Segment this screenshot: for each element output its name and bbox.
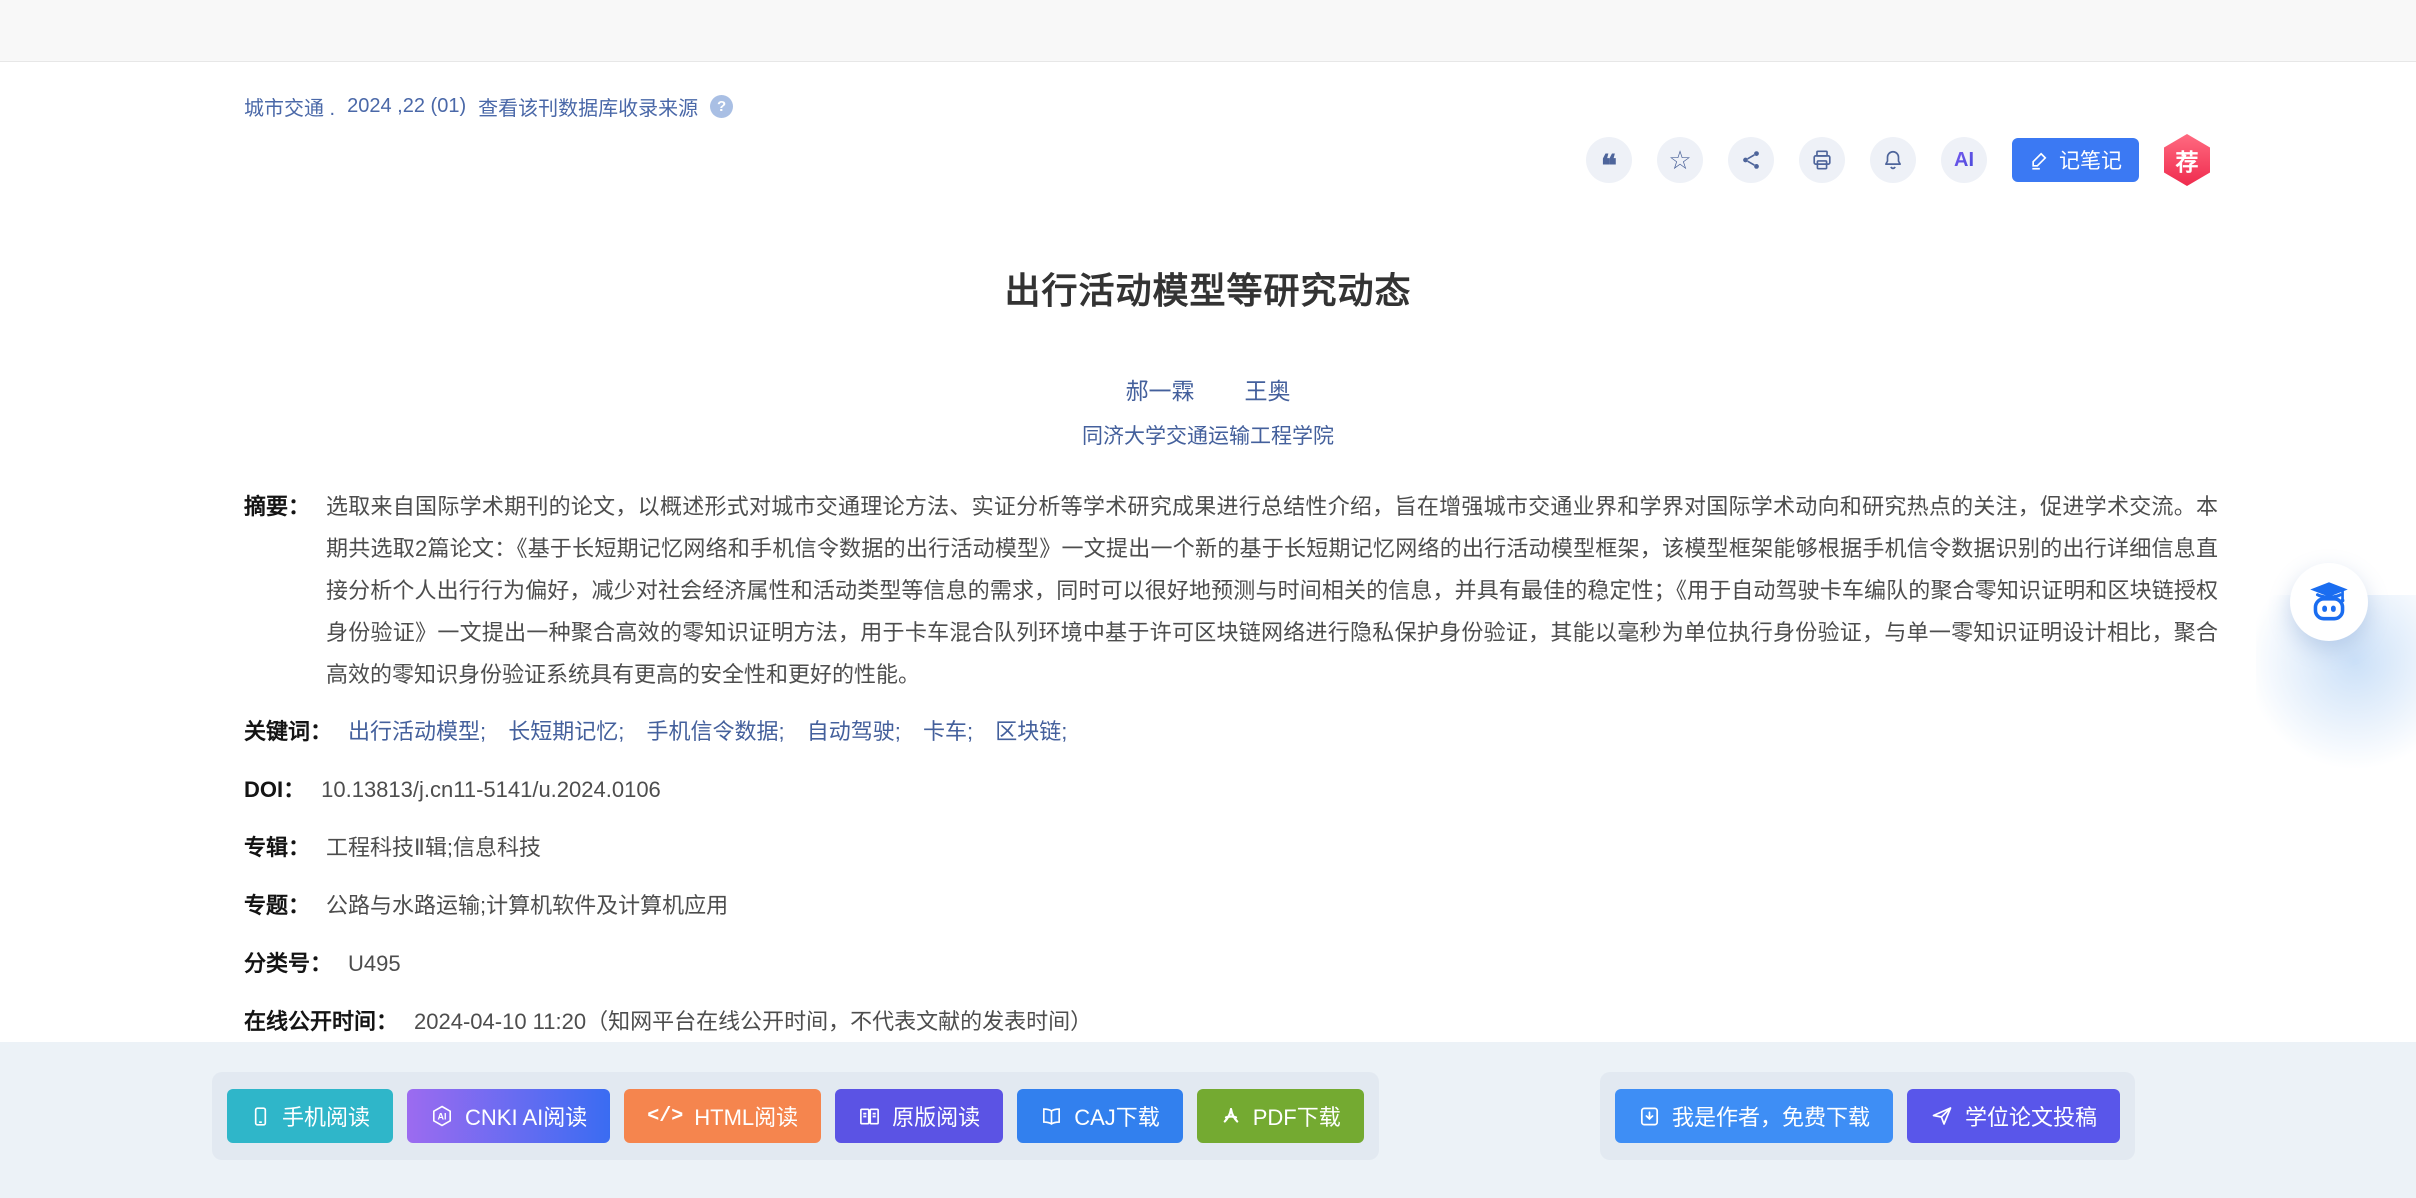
mobile-read-button[interactable]: 手机阅读 — [227, 1089, 393, 1143]
ai-hexagon-icon: AI — [430, 1104, 454, 1128]
classification-row: 分类号： U495 — [244, 948, 2218, 980]
alert-bell-icon[interactable] — [1870, 137, 1916, 183]
abstract-label: 摘要： — [244, 486, 310, 528]
help-icon[interactable]: ? — [710, 95, 733, 118]
abstract-text: 选取来自国际学术期刊的论文，以概述形式对城市交通理论方法、实证分析等学术研究成果… — [326, 486, 2218, 696]
original-read-button[interactable]: 原版阅读 — [835, 1089, 1003, 1143]
keyword-link[interactable]: 区块链; — [995, 719, 1067, 744]
doi-label: DOI： — [244, 774, 305, 806]
author-list: 郝一霖 王奥 — [0, 372, 2416, 406]
ai-assistant-icon[interactable]: AI — [1941, 137, 1987, 183]
classification-value: U495 — [348, 948, 2218, 980]
svg-text:AI: AI — [438, 1112, 447, 1122]
top-header-strip — [0, 0, 2416, 62]
article-meta: 摘要： 选取来自国际学术期刊的论文，以概述形式对城市交通理论方法、实证分析等学术… — [244, 486, 2218, 1064]
graduate-robot-icon — [2304, 577, 2354, 627]
keyword-link[interactable]: 自动驾驶; — [807, 719, 901, 744]
online-time-row: 在线公开时间： 2024-04-10 11:20（知网平台在线公开时间，不代表文… — [244, 1006, 2218, 1038]
keywords-row: 关键词： 出行活动模型; 长短期记忆; 手机信令数据; 自动驾驶; 卡车; 区块… — [244, 716, 2218, 748]
book-pages-icon — [858, 1105, 881, 1128]
author-link[interactable]: 王奥 — [1245, 372, 1291, 406]
journal-link[interactable]: 城市交通 . — [244, 92, 335, 121]
pdf-reader-icon — [1220, 1105, 1242, 1127]
album-value: 工程科技Ⅱ辑;信息科技 — [326, 832, 2218, 864]
online-time-value: 2024-04-10 11:20（知网平台在线公开时间，不代表文献的发表时间） — [414, 1006, 2218, 1038]
keyword-link[interactable]: 手机信令数据; — [647, 719, 785, 744]
thesis-submit-button[interactable]: 学位论文投稿 — [1907, 1089, 2120, 1143]
pdf-download-button[interactable]: PDF下载 — [1197, 1089, 1364, 1143]
affiliation-link[interactable]: 同济大学交通运输工程学院 — [0, 420, 2416, 450]
open-book-icon — [1040, 1105, 1063, 1128]
classification-label: 分类号： — [244, 948, 332, 980]
keyword-link[interactable]: 长短期记忆; — [508, 719, 624, 744]
author-actions-group: 我是作者，免费下载 学位论文投稿 — [1600, 1072, 2135, 1160]
author-free-download-button[interactable]: 我是作者，免费下载 — [1615, 1089, 1893, 1143]
take-note-button[interactable]: 记笔记 — [2012, 138, 2139, 182]
breadcrumb: 城市交通 . 2024 ,22 (01) 查看该刊数据库收录来源 ? — [244, 92, 733, 121]
database-source-link[interactable]: 查看该刊数据库收录来源 — [478, 92, 698, 121]
online-time-label: 在线公开时间： — [244, 1006, 398, 1038]
action-bar: 手机阅读 AI CNKI AI阅读 </> HTML阅读 原版阅读 C — [0, 1042, 2416, 1198]
journal-issue: 2024 ,22 (01) — [347, 95, 466, 118]
topic-value: 公路与水路运输;计算机软件及计算机应用 — [326, 890, 2218, 922]
doi-row: DOI： 10.13813/j.cn11-5141/u.2024.0106 — [244, 774, 2218, 806]
phone-icon — [250, 1106, 271, 1127]
page-title: 出行活动模型等研究动态 — [0, 262, 2416, 314]
keywords-label: 关键词： — [244, 716, 332, 748]
cnki-ai-read-button[interactable]: AI CNKI AI阅读 — [407, 1089, 610, 1143]
print-icon[interactable] — [1799, 137, 1845, 183]
caj-download-button[interactable]: CAJ下载 — [1017, 1089, 1183, 1143]
code-icon: </> — [647, 1105, 683, 1128]
abstract-row: 摘要： 选取来自国际学术期刊的论文，以概述形式对城市交通理论方法、实证分析等学术… — [244, 486, 2218, 696]
article-toolbar: ❝ ☆ AI 记笔记 荐 — [1586, 134, 2210, 186]
favorite-star-icon[interactable]: ☆ — [1657, 137, 1703, 183]
album-row: 专辑： 工程科技Ⅱ辑;信息科技 — [244, 832, 2218, 864]
doi-value: 10.13813/j.cn11-5141/u.2024.0106 — [321, 774, 2218, 806]
ai-assistant-robot-button[interactable] — [2290, 563, 2368, 641]
keyword-link[interactable]: 卡车; — [923, 719, 973, 744]
author-link[interactable]: 郝一霖 — [1126, 372, 1195, 406]
topic-row: 专题： 公路与水路运输;计算机软件及计算机应用 — [244, 890, 2218, 922]
keyword-link[interactable]: 出行活动模型; — [348, 719, 486, 744]
read-download-group: 手机阅读 AI CNKI AI阅读 </> HTML阅读 原版阅读 C — [212, 1072, 1379, 1160]
download-box-icon — [1638, 1105, 1661, 1128]
submit-plane-icon — [1930, 1104, 1954, 1128]
pencil-icon — [2029, 150, 2049, 170]
html-read-button[interactable]: </> HTML阅读 — [624, 1089, 821, 1143]
citation-icon[interactable]: ❝ — [1586, 137, 1632, 183]
album-label: 专辑： — [244, 832, 310, 864]
recommend-badge[interactable]: 荐 — [2164, 134, 2210, 186]
share-icon[interactable] — [1728, 137, 1774, 183]
topic-label: 专题： — [244, 890, 310, 922]
